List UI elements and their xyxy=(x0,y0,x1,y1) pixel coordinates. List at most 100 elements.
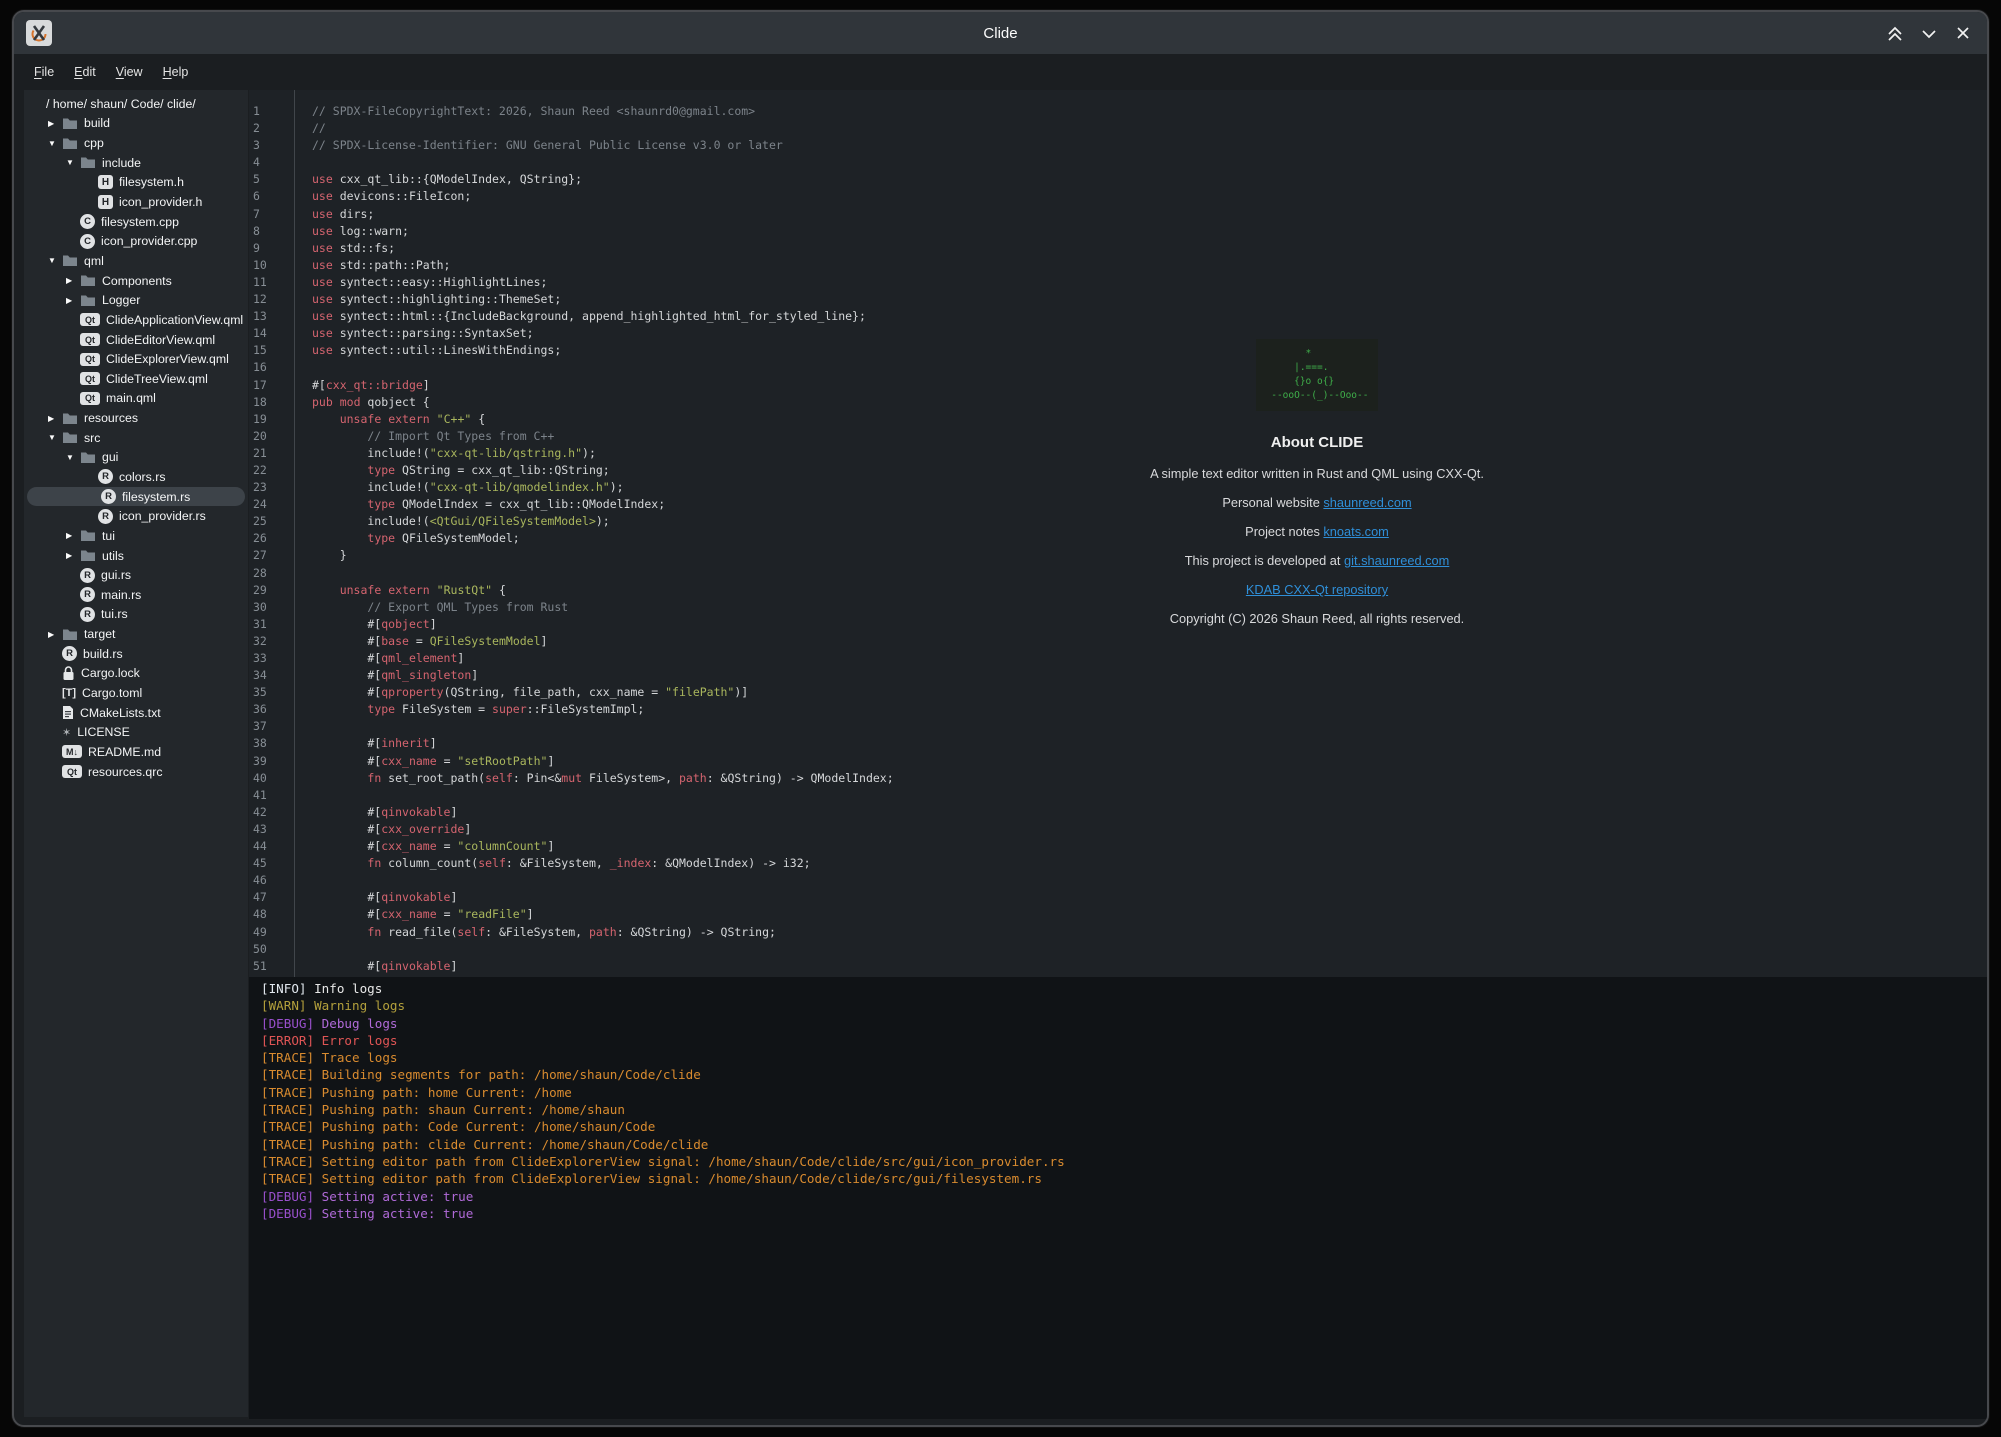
header-file-icon: H xyxy=(98,175,113,189)
about-link-git-shaunreed-com[interactable]: git.shaunreed.com xyxy=(1344,553,1449,568)
menu-file[interactable]: File xyxy=(24,61,64,83)
chevron-right-icon[interactable]: ▶ xyxy=(66,531,80,540)
tree-item-main-rs[interactable]: Rmain.rs xyxy=(24,585,248,605)
rust-file-icon: R xyxy=(80,607,95,622)
code-text: use syntect::easy::HighlightLines; xyxy=(312,274,547,291)
code-text: #[cxx_qt::bridge] xyxy=(312,377,430,394)
tree-item-include[interactable]: ▼include xyxy=(24,153,248,173)
menu-help[interactable]: Help xyxy=(153,61,199,83)
about-row: This project is developed at git.shaunre… xyxy=(1107,553,1527,569)
log-level: [TRACE] xyxy=(261,1050,322,1065)
about-link-knoats-com[interactable]: knoats.com xyxy=(1323,524,1388,539)
tree-item-clideexplorerview-qml[interactable]: QtClideExplorerView.qml xyxy=(24,349,248,369)
tree-item-components[interactable]: ▶ Components xyxy=(24,271,248,291)
tree-item-tui-rs[interactable]: Rtui.rs xyxy=(24,605,248,625)
about-row: Personal website shaunreed.com xyxy=(1107,495,1527,511)
shade-button[interactable] xyxy=(1885,23,1905,43)
line-number: 21 xyxy=(253,445,267,462)
log-message: Pushing path: clide Current: /home/shaun… xyxy=(322,1137,709,1152)
tree-item-cmakelists-txt[interactable]: CMakeLists.txt xyxy=(24,703,248,723)
tree-item-main-qml[interactable]: Qtmain.qml xyxy=(24,389,248,409)
close-button[interactable] xyxy=(1953,23,1973,43)
window-controls xyxy=(1885,12,1973,54)
menu-view[interactable]: View xyxy=(106,61,153,83)
line-number: 14 xyxy=(253,325,267,342)
chevron-right-icon[interactable]: ▶ xyxy=(48,414,62,423)
chevron-down-icon[interactable]: ▼ xyxy=(48,256,62,265)
log-level: [TRACE] xyxy=(261,1119,322,1134)
file-tree[interactable]: / home/ shaun/ Code/ clide/▶build▼cpp▼in… xyxy=(24,90,248,1417)
chevron-right-icon[interactable]: ▶ xyxy=(48,630,62,639)
tree-item-label: main.qml xyxy=(106,391,156,405)
tree-item-resources-qrc[interactable]: Qtresources.qrc xyxy=(24,762,248,782)
tree-item-logger[interactable]: ▶Logger xyxy=(24,290,248,310)
tree-item-clideapplicationview-qml[interactable]: QtClideApplicationView.qml xyxy=(24,310,248,330)
tree-item-filesystem-cpp[interactable]: Cfilesystem.cpp xyxy=(24,212,248,232)
folder-icon xyxy=(80,274,96,287)
qt-file-icon: Qt xyxy=(80,313,100,326)
chevron-down-icon[interactable]: ▼ xyxy=(66,453,80,462)
chevron-right-icon[interactable]: ▶ xyxy=(66,296,80,305)
tree-item-cpp[interactable]: ▼cpp xyxy=(24,133,248,153)
about-link-kdab-cxx-qt-repository[interactable]: KDAB CXX-Qt repository xyxy=(1246,582,1388,597)
tree-root-path[interactable]: / home/ shaun/ Code/ clide/ xyxy=(24,94,248,114)
tree-item-filesystem-h[interactable]: Hfilesystem.h xyxy=(24,173,248,193)
tree-item-clidetreeview-qml[interactable]: QtClideTreeView.qml xyxy=(24,369,248,389)
line-number: 31 xyxy=(253,616,267,633)
tree-item-utils[interactable]: ▶utils xyxy=(24,546,248,566)
line-number: 19 xyxy=(253,411,267,428)
tree-item-src[interactable]: ▼src xyxy=(24,428,248,448)
tree-item-icon-provider-h[interactable]: Hicon_provider.h xyxy=(24,192,248,212)
tree-item-gui[interactable]: ▼gui xyxy=(24,448,248,468)
tree-item-resources[interactable]: ▶ resources xyxy=(24,408,248,428)
tree-item-icon-provider-rs[interactable]: Ricon_provider.rs xyxy=(24,506,248,526)
tree-item-build[interactable]: ▶build xyxy=(24,114,248,134)
chevron-down-icon[interactable]: ▼ xyxy=(48,433,62,442)
line-number: 12 xyxy=(253,291,267,308)
markdown-file-icon: M↓ xyxy=(62,745,82,758)
chevron-right-icon[interactable]: ▶ xyxy=(66,551,80,560)
chevron-down-icon[interactable]: ▼ xyxy=(66,158,80,167)
tree-item-label: resources xyxy=(84,411,138,425)
about-row: Project notes knoats.com xyxy=(1107,524,1527,540)
tree-item-license[interactable]: ✶LICENSE xyxy=(24,723,248,743)
line-number: 41 xyxy=(253,787,267,804)
menu-edit[interactable]: Edit xyxy=(64,61,106,83)
tree-item-tui[interactable]: ▶tui xyxy=(24,526,248,546)
log-message: Warning logs xyxy=(314,998,405,1013)
tree-item-filesystem-rs[interactable]: Rfilesystem.rs xyxy=(27,487,245,507)
line-number: 11 xyxy=(253,274,267,291)
about-text: A simple text editor written in Rust and… xyxy=(1150,466,1484,481)
tree-item-colors-rs[interactable]: Rcolors.rs xyxy=(24,467,248,487)
tree-item-cargo-toml[interactable]: [T]Cargo.toml xyxy=(24,683,248,703)
tree-item-readme-md[interactable]: M↓README.md xyxy=(24,742,248,762)
log-line: [INFO] Info logs xyxy=(261,980,1987,997)
code-text: use syntect::highlighting::ThemeSet; xyxy=(312,291,561,308)
line-number: 6 xyxy=(253,188,260,205)
log-panel[interactable]: [INFO] Info logs[WARN] Warning logs[DEBU… xyxy=(249,977,1987,1419)
line-number: 20 xyxy=(253,428,267,445)
tree-item-clideeditorview-qml[interactable]: QtClideEditorView.qml xyxy=(24,330,248,350)
titlebar: Clide xyxy=(14,12,1987,54)
about-link-shaunreed-com[interactable]: shaunreed.com xyxy=(1323,495,1411,510)
tree-item-target[interactable]: ▶target xyxy=(24,624,248,644)
tree-item-cargo-lock[interactable]: Cargo.lock xyxy=(24,664,248,684)
folder-icon xyxy=(62,431,78,444)
rust-file-icon: R xyxy=(98,469,113,484)
code-text: use std::path::Path; xyxy=(312,257,450,274)
log-line: [ERROR] Error logs xyxy=(261,1032,1987,1049)
line-number: 3 xyxy=(253,137,260,154)
line-number: 29 xyxy=(253,582,267,599)
line-number: 37 xyxy=(253,718,267,735)
tree-item-label: Components xyxy=(102,274,172,288)
chevron-right-icon[interactable]: ▶ xyxy=(66,276,80,285)
tree-item-icon-provider-cpp[interactable]: Cicon_provider.cpp xyxy=(24,231,248,251)
tree-item-gui-rs[interactable]: Rgui.rs xyxy=(24,565,248,585)
chevron-right-icon[interactable]: ▶ xyxy=(48,119,62,128)
chevron-down-icon[interactable]: ▼ xyxy=(48,139,62,148)
tree-item-qml[interactable]: ▼qml xyxy=(24,251,248,271)
minimize-button[interactable] xyxy=(1919,23,1939,43)
line-number: 15 xyxy=(253,342,267,359)
tree-item-build-rs[interactable]: Rbuild.rs xyxy=(24,644,248,664)
tree-item-label: build.rs xyxy=(83,647,123,661)
